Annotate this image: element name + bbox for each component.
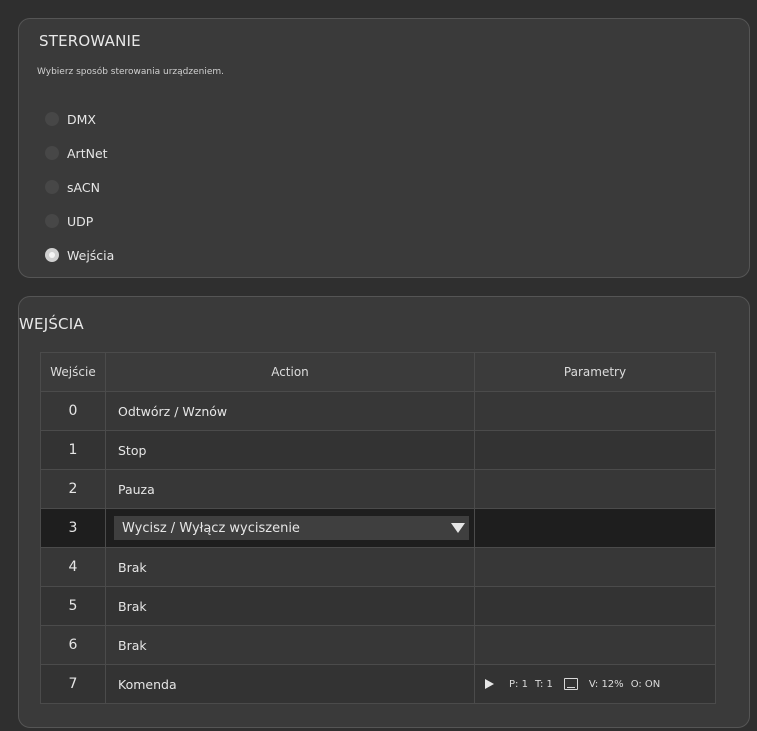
radio-label: sACN bbox=[67, 179, 100, 195]
radio-sacn[interactable]: sACN bbox=[45, 170, 114, 204]
action-cell[interactable]: Pauza bbox=[105, 469, 475, 509]
radio-label: UDP bbox=[67, 213, 94, 229]
action-cell[interactable]: Brak bbox=[105, 547, 475, 587]
param-p: P: 1 bbox=[509, 678, 528, 690]
control-options: DMX ArtNet sACN UDP Wejścia bbox=[45, 102, 114, 272]
params-cell[interactable] bbox=[474, 508, 716, 548]
radio-artnet[interactable]: ArtNet bbox=[45, 136, 114, 170]
command-params[interactable]: P: 1 T: 1 V: 12% O: ON bbox=[475, 678, 715, 690]
params-cell[interactable] bbox=[474, 469, 716, 509]
input-number: 1 bbox=[40, 430, 106, 470]
action-dropdown-value: Wycisz / Wyłącz wyciszenie bbox=[122, 520, 300, 536]
radio-udp[interactable]: UDP bbox=[45, 204, 114, 238]
control-description: Wybierz sposób sterowania urządzeniem. bbox=[37, 67, 224, 77]
table-row[interactable]: 2 Pauza bbox=[40, 469, 716, 509]
radio-button-icon[interactable] bbox=[45, 146, 59, 160]
action-cell[interactable]: Odtwórz / Wznów bbox=[105, 391, 475, 431]
param-v: V: 12% bbox=[588, 678, 624, 690]
input-number: 7 bbox=[40, 664, 106, 704]
radio-button-icon[interactable] bbox=[45, 112, 59, 126]
param-o: O: ON bbox=[630, 678, 661, 690]
table-row[interactable]: 0 Odtwórz / Wznów bbox=[40, 391, 716, 431]
radio-button-icon[interactable] bbox=[45, 214, 59, 228]
play-icon[interactable] bbox=[485, 679, 494, 689]
control-title: STEROWANIE bbox=[39, 32, 141, 50]
input-number: 2 bbox=[40, 469, 106, 509]
input-number: 3 bbox=[40, 508, 106, 548]
radio-button-icon[interactable] bbox=[45, 180, 59, 194]
action-cell[interactable]: Stop bbox=[105, 430, 475, 470]
action-cell[interactable]: Wycisz / Wyłącz wyciszenie bbox=[105, 508, 475, 548]
radio-label: DMX bbox=[67, 111, 96, 127]
action-cell[interactable]: Brak bbox=[105, 625, 475, 665]
table-row[interactable]: 6 Brak bbox=[40, 625, 716, 665]
params-cell[interactable] bbox=[474, 430, 716, 470]
column-header-params: Parametry bbox=[474, 352, 716, 392]
table-row-selected[interactable]: 3 Wycisz / Wyłącz wyciszenie bbox=[40, 508, 716, 548]
input-number: 0 bbox=[40, 391, 106, 431]
param-t: T: 1 bbox=[534, 678, 553, 690]
params-cell[interactable] bbox=[474, 547, 716, 587]
column-header-action: Action bbox=[105, 352, 475, 392]
chevron-down-icon[interactable] bbox=[451, 523, 465, 533]
action-dropdown[interactable]: Wycisz / Wyłącz wyciszenie bbox=[114, 516, 469, 540]
radio-inputs[interactable]: Wejścia bbox=[45, 238, 114, 272]
radio-button-checked-icon[interactable] bbox=[45, 248, 59, 262]
params-cell[interactable] bbox=[474, 586, 716, 626]
action-cell[interactable]: Komenda bbox=[105, 664, 475, 704]
inputs-panel: WEJŚCIA Wejście Action Parametry 0 Odtwó… bbox=[18, 296, 750, 728]
column-header-input: Wejście bbox=[40, 352, 106, 392]
radio-label: ArtNet bbox=[67, 145, 108, 161]
radio-dmx[interactable]: DMX bbox=[45, 102, 114, 136]
table-row[interactable]: 7 Komenda P: 1 T: 1 V: 12% O: ON bbox=[40, 664, 716, 704]
screen-icon[interactable] bbox=[563, 678, 578, 690]
params-cell[interactable]: P: 1 T: 1 V: 12% O: ON bbox=[474, 664, 716, 704]
input-number: 5 bbox=[40, 586, 106, 626]
action-cell[interactable]: Brak bbox=[105, 586, 475, 626]
params-cell[interactable] bbox=[474, 391, 716, 431]
inputs-table: Wejście Action Parametry 0 Odtwórz / Wzn… bbox=[40, 352, 716, 704]
input-number: 6 bbox=[40, 625, 106, 665]
radio-label: Wejścia bbox=[67, 247, 115, 263]
inputs-title: WEJŚCIA bbox=[19, 315, 84, 333]
table-header-row: Wejście Action Parametry bbox=[40, 352, 716, 392]
control-panel: STEROWANIE Wybierz sposób sterowania urz… bbox=[18, 18, 750, 278]
table-row[interactable]: 1 Stop bbox=[40, 430, 716, 470]
input-number: 4 bbox=[40, 547, 106, 587]
table-row[interactable]: 5 Brak bbox=[40, 586, 716, 626]
params-cell[interactable] bbox=[474, 625, 716, 665]
table-row[interactable]: 4 Brak bbox=[40, 547, 716, 587]
